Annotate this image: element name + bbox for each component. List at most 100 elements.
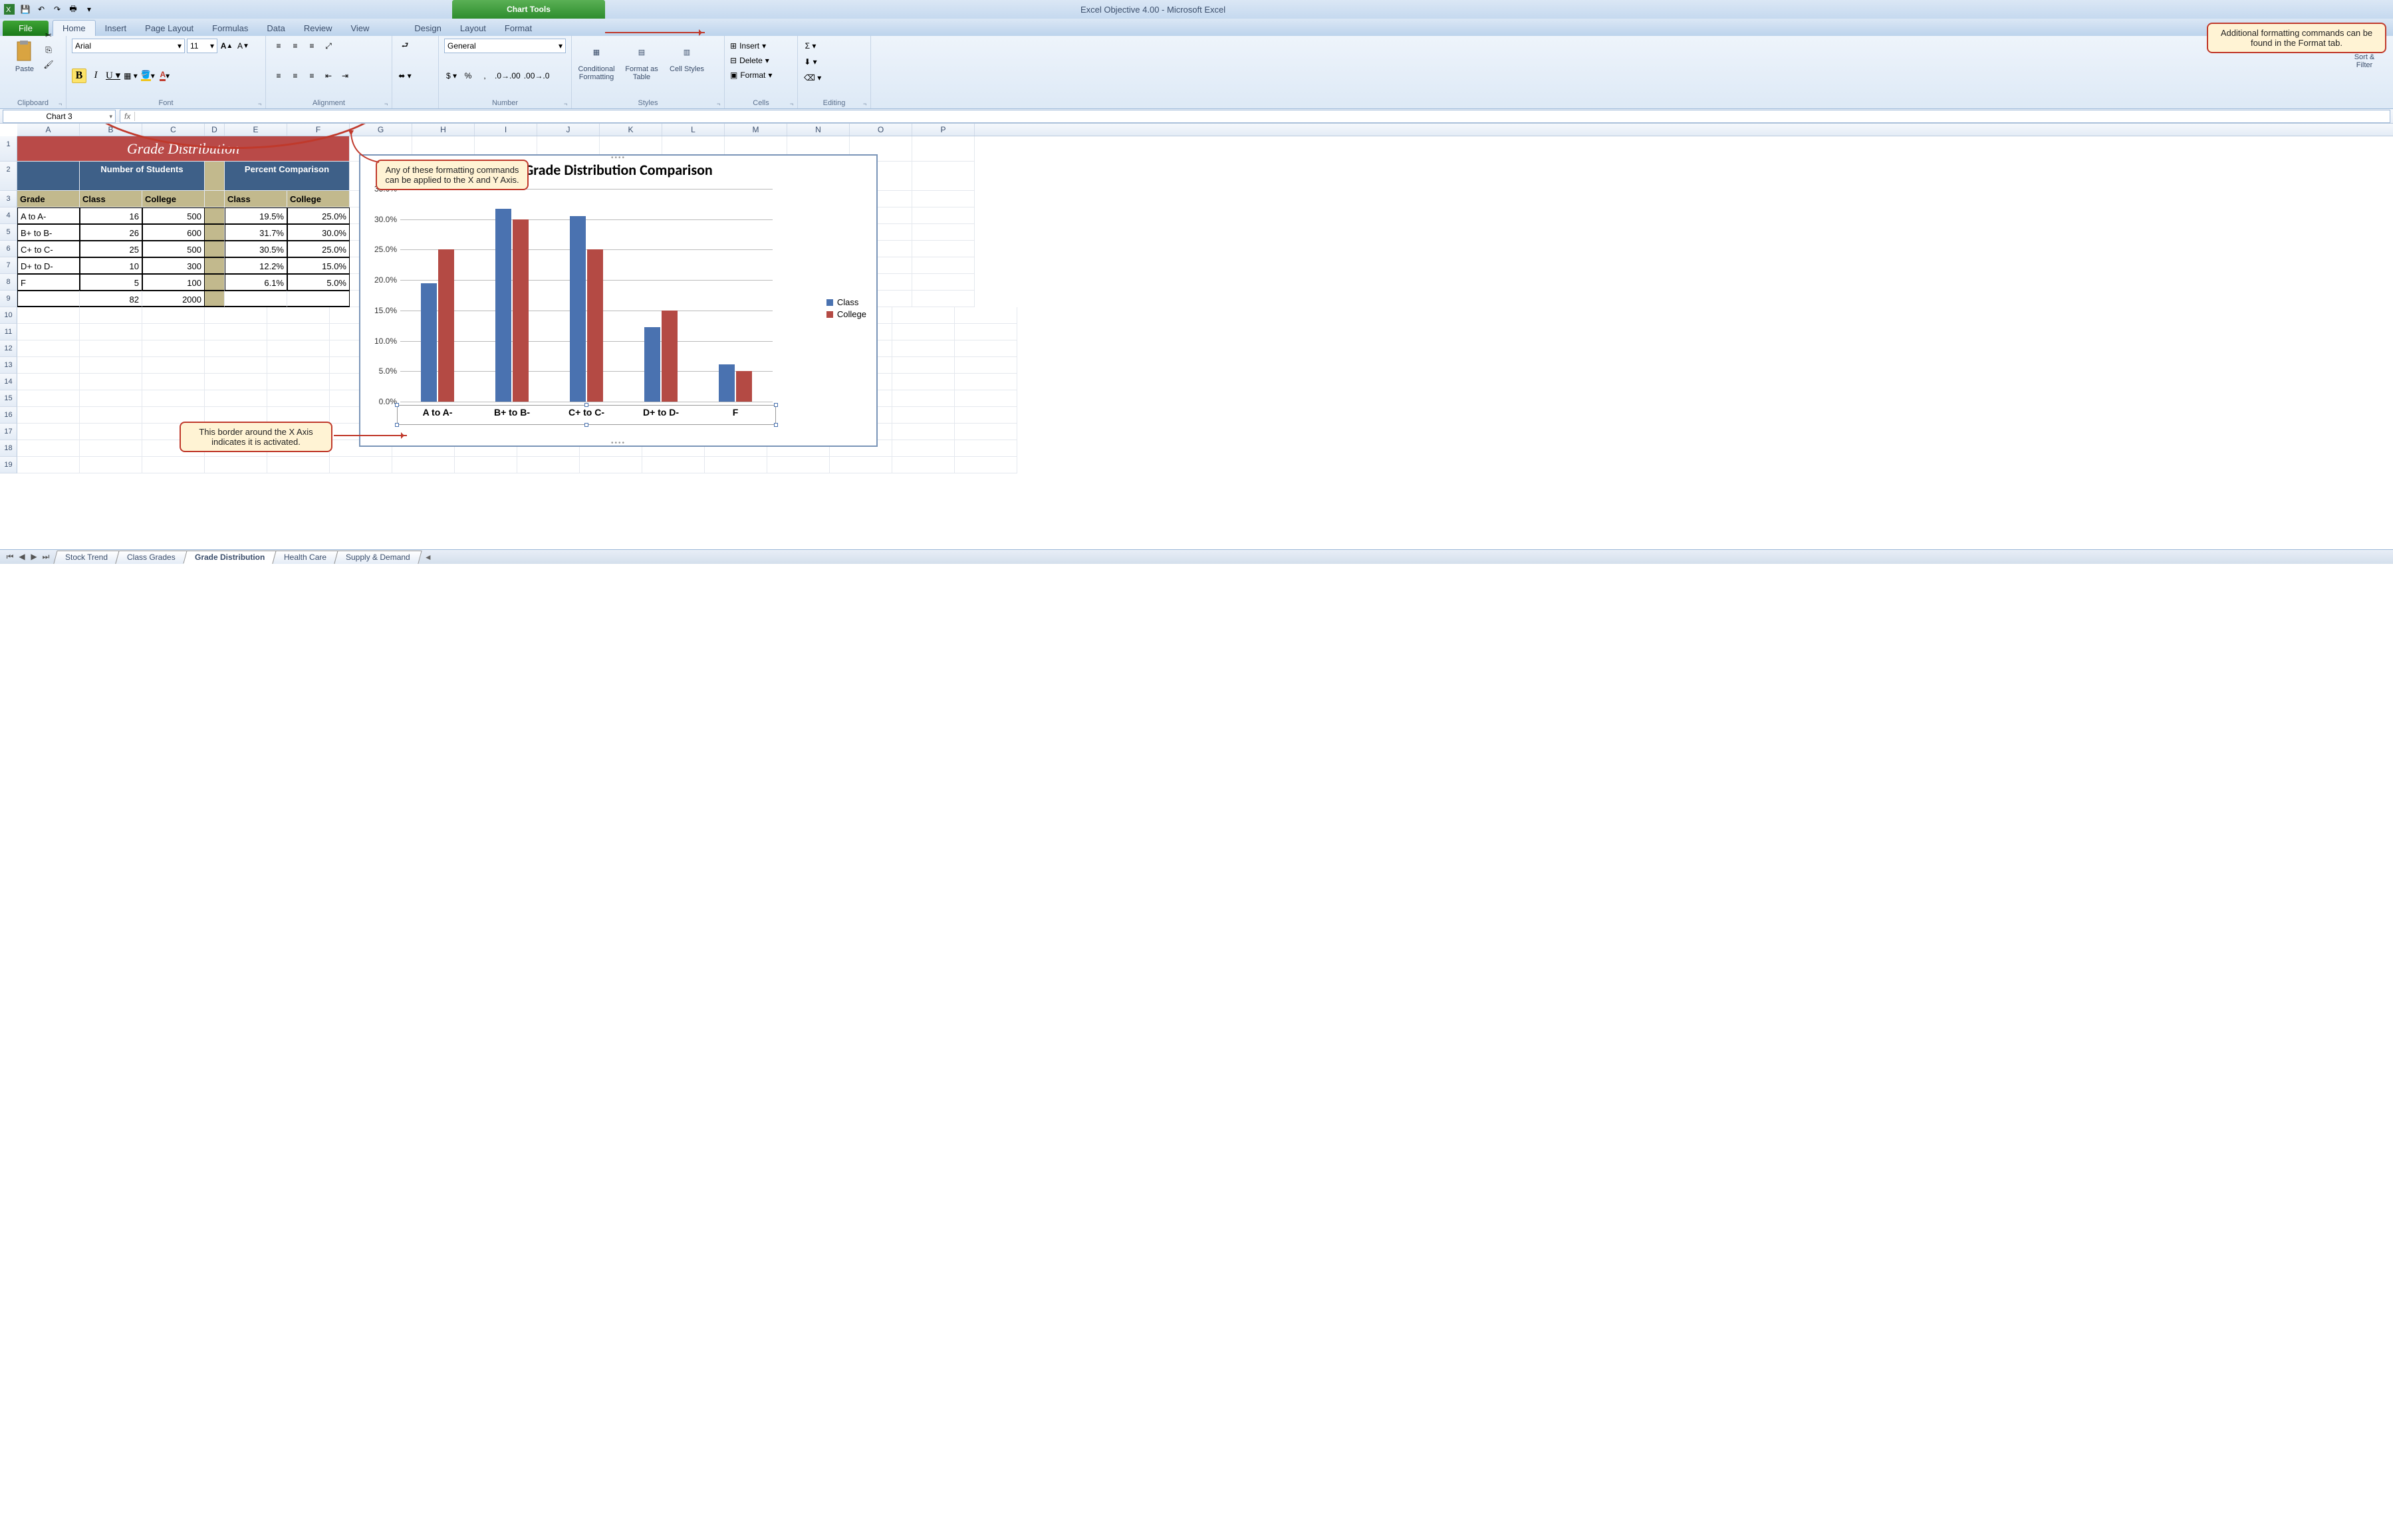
cell[interactable]: College (287, 191, 350, 207)
cell[interactable]: 26 (80, 224, 142, 241)
name-box[interactable]: Chart 3 (3, 110, 116, 123)
x-axis-label[interactable]: C+ to C- (549, 407, 624, 418)
cell[interactable] (80, 440, 142, 457)
cell[interactable] (912, 241, 975, 257)
cell[interactable] (955, 357, 1017, 374)
cell[interactable]: 25.0% (287, 207, 350, 224)
align-bottom-icon[interactable]: ≡ (305, 39, 319, 53)
cell[interactable] (330, 457, 392, 473)
row-header[interactable]: 1 (0, 136, 17, 162)
cell[interactable] (142, 324, 205, 340)
cell[interactable]: 5.0% (287, 274, 350, 291)
cell[interactable] (17, 357, 80, 374)
cell[interactable] (392, 457, 455, 473)
cell[interactable] (912, 136, 975, 162)
cell[interactable] (830, 457, 892, 473)
grow-font-icon[interactable]: A▲ (219, 39, 234, 53)
cell[interactable] (267, 340, 330, 357)
cell[interactable]: 82 (80, 291, 142, 307)
sheet-tab[interactable]: Class Grades (115, 551, 187, 564)
cell[interactable] (580, 457, 642, 473)
cell[interactable] (205, 207, 225, 224)
cell[interactable]: F (17, 274, 80, 291)
worksheet-grid[interactable]: ABCDEFGHIJKLMNOP 1Grade Distribution2Num… (0, 124, 2393, 549)
delete-cells-button[interactable]: Delete (739, 53, 763, 68)
align-left-icon[interactable]: ≡ (271, 68, 286, 83)
cell[interactable] (912, 274, 975, 291)
increase-decimal-icon[interactable]: .0→.00 (494, 68, 521, 83)
cell[interactable] (955, 457, 1017, 473)
cell[interactable]: 5 (80, 274, 142, 291)
plot-area[interactable]: 0.0%5.0%10.0%15.0%20.0%25.0%30.0%35.0% (400, 189, 773, 402)
undo-icon[interactable]: ↶ (35, 3, 48, 16)
tab-formulas[interactable]: Formulas (203, 21, 257, 36)
row-header[interactable]: 10 (0, 307, 17, 324)
x-axis-label[interactable]: D+ to D- (624, 407, 698, 418)
tab-review[interactable]: Review (295, 21, 342, 36)
bar[interactable] (495, 209, 511, 402)
cell[interactable] (205, 374, 267, 390)
format-cells-button[interactable]: Format (739, 68, 766, 82)
cell[interactable]: 19.5% (225, 207, 287, 224)
cell[interactable] (17, 162, 80, 191)
cell[interactable] (455, 457, 517, 473)
cell[interactable] (955, 307, 1017, 324)
fill-icon[interactable]: ⬇ ▾ (803, 55, 818, 69)
cell[interactable] (17, 324, 80, 340)
cell[interactable] (80, 424, 142, 440)
cell[interactable] (80, 340, 142, 357)
borders-button[interactable]: ▦ ▾ (123, 68, 138, 83)
font-name-combo[interactable]: Arial▾ (72, 39, 185, 53)
tab-insert[interactable]: Insert (96, 21, 136, 36)
tab-design[interactable]: Design (405, 21, 450, 36)
cell[interactable] (17, 457, 80, 473)
cell[interactable]: 6.1% (225, 274, 287, 291)
cell[interactable] (205, 274, 225, 291)
print-icon[interactable]: 🖶 (66, 3, 80, 16)
cell[interactable] (892, 390, 955, 407)
autosum-icon[interactable]: Σ ▾ (803, 39, 818, 53)
tab-last-icon[interactable]: ⏭ (40, 552, 52, 562)
cell[interactable] (205, 357, 267, 374)
cut-icon[interactable]: ✂ (41, 28, 56, 43)
row-header[interactable]: 8 (0, 274, 17, 291)
cell[interactable]: 16 (80, 207, 142, 224)
cell[interactable] (205, 162, 225, 191)
format-as-table-button[interactable]: ▤Format as Table (622, 39, 661, 81)
excel-icon[interactable]: X (3, 3, 16, 16)
cell[interactable] (517, 457, 580, 473)
underline-button[interactable]: U ▾ (105, 68, 121, 83)
cell[interactable]: College (142, 191, 205, 207)
cell[interactable] (892, 424, 955, 440)
column-header[interactable]: P (912, 124, 975, 136)
cell[interactable] (912, 257, 975, 274)
format-painter-icon[interactable]: 🖌 (41, 57, 56, 72)
cell[interactable] (912, 224, 975, 241)
cell[interactable] (267, 357, 330, 374)
cell[interactable] (892, 374, 955, 390)
tab-data[interactable]: Data (257, 21, 294, 36)
cell[interactable]: 31.7% (225, 224, 287, 241)
sheet-tab[interactable]: Grade Distribution (183, 551, 277, 564)
cell[interactable] (955, 340, 1017, 357)
cell[interactable]: B+ to B- (17, 224, 80, 241)
cell[interactable] (892, 324, 955, 340)
cell[interactable]: 30.5% (225, 241, 287, 257)
cell[interactable]: 12.2% (225, 257, 287, 274)
cell[interactable] (205, 191, 225, 207)
align-middle-icon[interactable]: ≡ (288, 39, 303, 53)
save-icon[interactable]: 💾 (19, 3, 32, 16)
cell[interactable] (80, 407, 142, 424)
row-header[interactable]: 17 (0, 424, 17, 440)
tab-prev-icon[interactable]: ◀ (16, 552, 28, 562)
tab-home[interactable]: Home (53, 20, 96, 36)
cell[interactable] (17, 340, 80, 357)
column-header[interactable]: A (17, 124, 80, 136)
cell[interactable] (17, 440, 80, 457)
cell[interactable] (205, 257, 225, 274)
cell[interactable] (912, 207, 975, 224)
fx-icon[interactable]: fx (120, 112, 135, 121)
bar[interactable] (570, 216, 586, 402)
cell[interactable] (142, 357, 205, 374)
row-header[interactable]: 11 (0, 324, 17, 340)
